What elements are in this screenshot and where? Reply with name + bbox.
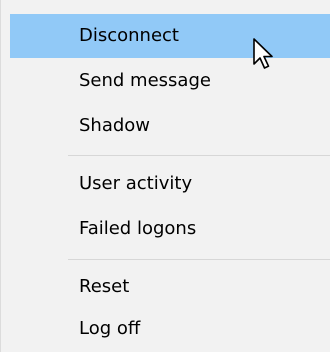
menu-item-send-message[interactable]: Send message — [10, 59, 330, 103]
menu-item-label: Failed logons — [79, 218, 197, 239]
menu-item-label: User activity — [79, 173, 193, 194]
menu-separator — [68, 155, 330, 156]
menu-item-log-off[interactable]: Log off — [10, 307, 330, 351]
menu-item-label: Reset — [79, 276, 130, 297]
menu-separator — [68, 259, 330, 260]
menu-item-user-activity[interactable]: User activity — [10, 162, 330, 206]
menu-item-label: Send message — [79, 70, 211, 91]
menu-item-reset[interactable]: Reset — [10, 265, 330, 309]
context-menu: Disconnect Send message Shadow User acti… — [0, 0, 330, 352]
menu-item-shadow[interactable]: Shadow — [10, 104, 330, 148]
menu-item-label: Shadow — [79, 115, 151, 136]
menu-item-label: Disconnect — [79, 25, 179, 46]
menu-item-failed-logons[interactable]: Failed logons — [10, 207, 330, 251]
menu-item-label: Log off — [79, 318, 141, 339]
menu-item-disconnect[interactable]: Disconnect — [10, 14, 330, 58]
